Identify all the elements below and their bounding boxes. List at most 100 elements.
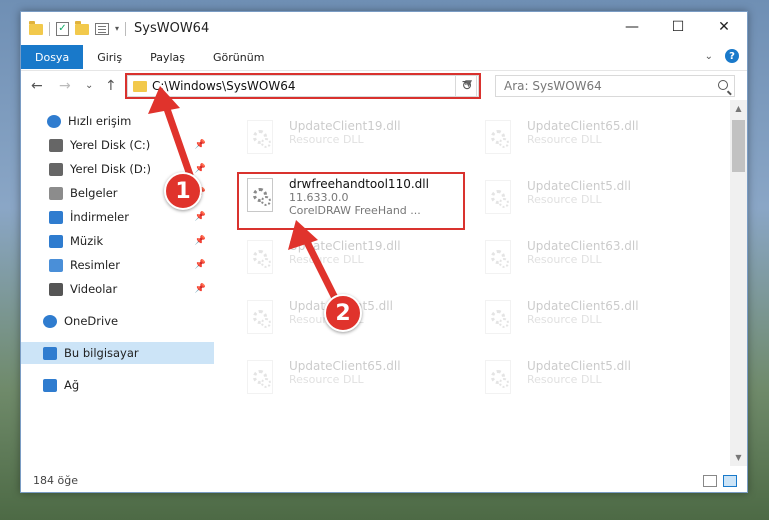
navigation-pane: Hızlı erişim Yerel Disk (C:) 📌 Yerel Disk (… bbox=[21, 110, 214, 466]
pin-icon[interactable]: 📌 bbox=[195, 236, 206, 246]
search-placeholder: Ara: SysWOW64 bbox=[504, 79, 602, 93]
scroll-up-arrow-icon[interactable]: ▲ bbox=[730, 100, 747, 117]
file-list: UpdateClient19.dll Resource DLL UpdateClie… bbox=[223, 100, 731, 466]
sidebar-item-label: İndirmeler bbox=[70, 210, 129, 224]
star-icon bbox=[47, 114, 61, 128]
ribbon-tabs: Dosya Giriş Paylaş Görünüm ⌄ ? bbox=[21, 45, 747, 69]
pin-icon[interactable]: 📌 bbox=[195, 140, 206, 150]
drive-icon bbox=[49, 162, 63, 176]
cloud-icon bbox=[43, 314, 57, 328]
new-folder-icon[interactable] bbox=[75, 21, 89, 35]
dll-file-icon bbox=[481, 298, 517, 340]
sidebar-item[interactable]: Hızlı erişim bbox=[21, 110, 214, 132]
close-button[interactable]: ✕ bbox=[701, 12, 747, 42]
scroll-thumb[interactable] bbox=[732, 120, 745, 172]
forward-button[interactable]: → bbox=[59, 78, 71, 94]
tab-share[interactable]: Paylaş bbox=[136, 45, 199, 69]
tiles-view-icon[interactable] bbox=[723, 475, 737, 487]
file-detail: Resource DLL bbox=[289, 253, 364, 266]
file-detail: Resource DLL bbox=[289, 133, 364, 146]
minimize-button[interactable]: — bbox=[609, 12, 655, 42]
status-bar: 184 öğe bbox=[21, 468, 747, 492]
file-name: UpdateClient63.dll bbox=[527, 239, 639, 253]
sidebar-item[interactable]: Videolar 📌 bbox=[21, 278, 214, 300]
dll-file-icon bbox=[243, 298, 279, 340]
dll-file-icon bbox=[481, 238, 517, 280]
up-button[interactable]: ↑ bbox=[105, 78, 117, 94]
vertical-scrollbar[interactable]: ▲ ▼ bbox=[730, 100, 747, 466]
dll-file-icon bbox=[243, 238, 279, 280]
window-title: SysWOW64 bbox=[134, 21, 210, 36]
maximize-button[interactable]: ☐ bbox=[655, 12, 701, 42]
computer-icon bbox=[43, 346, 57, 360]
view-toggle bbox=[703, 475, 737, 487]
pin-icon[interactable]: 📌 bbox=[195, 260, 206, 270]
properties-check-icon[interactable]: ✓ bbox=[56, 21, 69, 36]
file-meta: UpdateClient5.dllResource DLL bbox=[527, 178, 631, 228]
file-item[interactable]: UpdateClient65.dll Resource DLL bbox=[243, 358, 463, 408]
back-button[interactable]: ← bbox=[31, 78, 43, 94]
file-meta: UpdateClient19.dll Resource DLL bbox=[289, 238, 401, 288]
scroll-down-arrow-icon[interactable]: ▼ bbox=[730, 449, 747, 466]
sidebar-item[interactable]: Yerel Disk (C:) 📌 bbox=[21, 134, 214, 156]
toolbar-separator bbox=[49, 21, 50, 36]
item-count: 184 öğe bbox=[33, 473, 78, 487]
dll-file-icon bbox=[481, 178, 517, 220]
tab-file[interactable]: Dosya bbox=[21, 45, 84, 69]
help-icon[interactable]: ? bbox=[725, 49, 739, 63]
expand-ribbon-chevron-icon[interactable]: ⌄ bbox=[705, 51, 713, 62]
file-meta: UpdateClient19.dll Resource DLL bbox=[289, 118, 401, 168]
file-name: UpdateClient19.dll bbox=[289, 239, 401, 253]
file-item[interactable]: UpdateClient65.dll Resource DLL bbox=[481, 298, 701, 348]
sidebar-item-label: Videolar bbox=[70, 282, 118, 296]
file-detail: Resource DLL bbox=[527, 253, 602, 266]
file-item[interactable]: UpdateClient5.dllResource DLL bbox=[481, 178, 701, 228]
tab-view[interactable]: Görünüm bbox=[199, 45, 278, 69]
documents-icon bbox=[49, 186, 63, 200]
file-item[interactable]: UpdateClient63.dll Resource DLL bbox=[481, 238, 701, 288]
search-icon[interactable] bbox=[718, 80, 728, 90]
pictures-icon bbox=[49, 258, 63, 272]
customize-toolbar-caret-icon[interactable]: ▾ bbox=[115, 24, 119, 33]
dll-file-icon bbox=[243, 358, 279, 400]
sidebar-item-label: Hızlı erişim bbox=[68, 114, 132, 128]
properties-icon[interactable] bbox=[95, 22, 109, 35]
file-highlight-box bbox=[237, 172, 465, 230]
music-icon bbox=[49, 234, 63, 248]
folder-icon[interactable] bbox=[29, 21, 43, 35]
file-name: UpdateClient65.dll bbox=[527, 299, 639, 313]
dll-file-icon bbox=[481, 118, 517, 160]
window-controls: — ☐ ✕ bbox=[609, 12, 747, 42]
pin-icon[interactable]: 📌 bbox=[195, 164, 206, 174]
tab-home[interactable]: Giriş bbox=[83, 45, 136, 69]
file-meta: UpdateClient65.dll Resource DLL bbox=[527, 298, 639, 348]
file-detail: Resource DLL bbox=[527, 133, 602, 146]
sidebar-item[interactable]: Resimler 📌 bbox=[21, 254, 214, 276]
file-item[interactable]: UpdateClient19.dll Resource DLL bbox=[243, 118, 463, 168]
sidebar-item[interactable]: OneDrive bbox=[21, 310, 214, 332]
recent-locations-button[interactable]: ⌄ bbox=[85, 80, 93, 91]
sidebar-item[interactable]: Ağ bbox=[21, 374, 214, 396]
file-item[interactable]: UpdateClient65.dll Resource DLL bbox=[481, 118, 701, 168]
sidebar-item-label: OneDrive bbox=[64, 314, 119, 328]
sidebar-item-label: Resimler bbox=[70, 258, 120, 272]
file-item[interactable]: UpdateClient5.dllResource DLL bbox=[481, 358, 701, 408]
navigation-bar: ← → ⌄ ↑ C:\Windows\SysWOW64 ▼ ↻ Ara: Sys… bbox=[21, 70, 747, 100]
ribbon-right-controls: ⌄ ? bbox=[705, 49, 739, 63]
sidebar-item-label: Müzik bbox=[70, 234, 104, 248]
callout-step-2: 2 bbox=[324, 294, 362, 332]
sidebar-item[interactable]: Bu bilgisayar bbox=[21, 342, 214, 364]
pin-icon[interactable]: 📌 bbox=[195, 284, 206, 294]
sidebar-item[interactable]: Müzik 📌 bbox=[21, 230, 214, 252]
file-name: UpdateClient5.dll bbox=[527, 179, 631, 193]
pin-icon[interactable]: 📌 bbox=[195, 212, 206, 222]
details-view-icon[interactable] bbox=[703, 475, 717, 487]
file-meta: UpdateClient65.dll Resource DLL bbox=[527, 118, 639, 168]
download-icon bbox=[49, 210, 63, 224]
file-detail: Resource DLL bbox=[527, 373, 602, 386]
file-meta: UpdateClient65.dll Resource DLL bbox=[289, 358, 401, 408]
search-input[interactable]: Ara: SysWOW64 bbox=[495, 75, 735, 97]
sidebar-item-label: Yerel Disk (D:) bbox=[70, 162, 152, 176]
file-item[interactable]: UpdateClient19.dll Resource DLL bbox=[243, 238, 463, 288]
file-meta: UpdateClient5.dllResource DLL bbox=[527, 358, 631, 408]
